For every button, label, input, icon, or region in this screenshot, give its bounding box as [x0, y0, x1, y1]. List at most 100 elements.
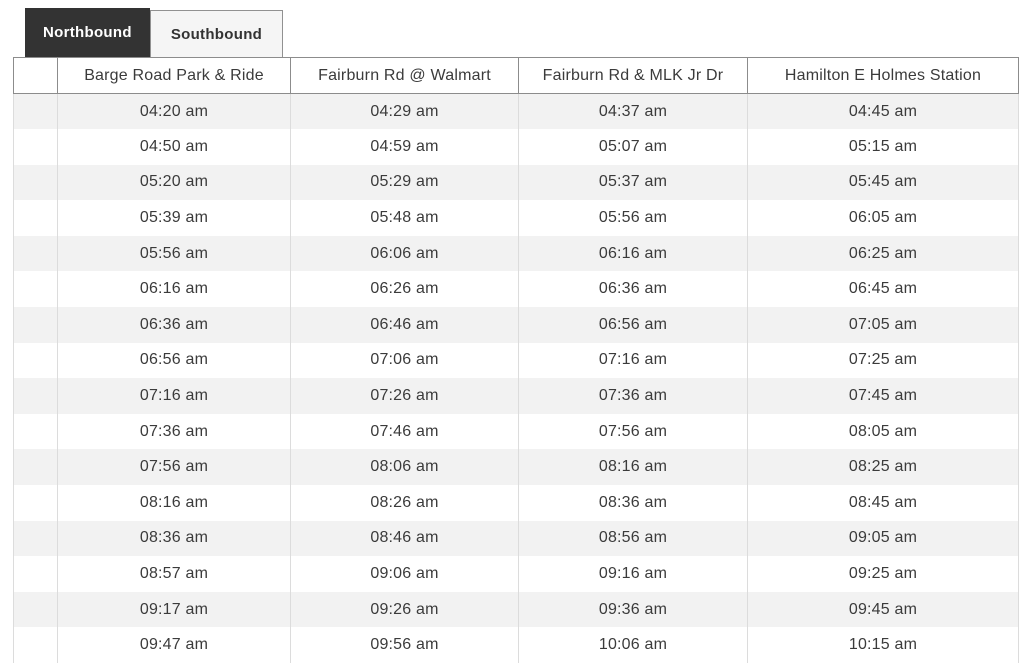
column-header-fairburn-rd-mlk-jr-dr: Fairburn Rd & MLK Jr Dr	[518, 57, 748, 94]
table-row: 08:36 am 08:46 am 08:56 am 09:05 am	[13, 520, 1019, 557]
time-cell: 08:26 am	[290, 485, 519, 521]
row-leader-cell	[13, 520, 58, 557]
time-cell: 10:06 am	[518, 627, 748, 663]
table-row: 09:47 am 09:56 am 10:06 am 10:15 am	[13, 627, 1019, 663]
time-cell: 07:36 am	[518, 378, 748, 414]
time-cell: 08:56 am	[518, 520, 748, 557]
time-cell: 04:45 am	[747, 93, 1019, 130]
time-cell: 08:36 am	[57, 520, 291, 557]
time-cell: 09:36 am	[518, 591, 748, 628]
time-cell: 05:39 am	[57, 200, 291, 236]
time-cell: 05:15 am	[747, 129, 1019, 165]
time-cell: 05:07 am	[518, 129, 748, 165]
time-cell: 05:56 am	[57, 235, 291, 272]
table-row: 06:56 am 07:06 am 07:16 am 07:25 am	[13, 342, 1019, 379]
time-cell: 06:46 am	[290, 307, 519, 343]
tab-southbound[interactable]: Southbound	[149, 10, 284, 57]
time-cell: 09:47 am	[57, 627, 291, 663]
row-leader-cell	[13, 164, 58, 201]
tab-northbound[interactable]: Northbound	[25, 8, 150, 57]
time-cell: 09:45 am	[747, 591, 1019, 628]
time-cell: 07:56 am	[518, 413, 748, 450]
table-row: 05:56 am 06:06 am 06:16 am 06:25 am	[13, 235, 1019, 272]
time-cell: 08:16 am	[57, 485, 291, 521]
time-cell: 09:56 am	[290, 627, 519, 663]
time-cell: 06:36 am	[518, 271, 748, 308]
row-leader-cell	[13, 271, 58, 308]
time-cell: 08:05 am	[747, 413, 1019, 450]
time-cell: 09:06 am	[290, 556, 519, 592]
time-cell: 05:37 am	[518, 164, 748, 201]
time-cell: 09:26 am	[290, 591, 519, 628]
time-cell: 08:57 am	[57, 556, 291, 592]
time-cell: 06:05 am	[747, 200, 1019, 236]
row-leader-cell	[13, 378, 58, 414]
time-cell: 04:50 am	[57, 129, 291, 165]
table-row: 05:39 am 05:48 am 05:56 am 06:05 am	[13, 200, 1019, 236]
time-cell: 09:05 am	[747, 520, 1019, 557]
row-leader-cell	[13, 235, 58, 272]
time-cell: 07:05 am	[747, 307, 1019, 343]
row-leader-cell	[13, 93, 58, 130]
time-cell: 07:16 am	[57, 378, 291, 414]
time-cell: 06:36 am	[57, 307, 291, 343]
time-cell: 07:36 am	[57, 413, 291, 450]
schedule-table: Barge Road Park & Ride Fairburn Rd @ Wal…	[13, 57, 1019, 663]
time-cell: 08:36 am	[518, 485, 748, 521]
time-cell: 04:59 am	[290, 129, 519, 165]
time-cell: 04:37 am	[518, 93, 748, 130]
time-cell: 06:26 am	[290, 271, 519, 308]
column-header-fairburn-rd-walmart: Fairburn Rd @ Walmart	[290, 57, 519, 94]
time-cell: 06:56 am	[57, 342, 291, 379]
time-cell: 07:06 am	[290, 342, 519, 379]
time-cell: 08:45 am	[747, 485, 1019, 521]
time-cell: 06:16 am	[518, 235, 748, 272]
corner-cell	[13, 57, 58, 94]
time-cell: 05:56 am	[518, 200, 748, 236]
time-cell: 06:25 am	[747, 235, 1019, 272]
table-row: 05:20 am 05:29 am 05:37 am 05:45 am	[13, 164, 1019, 201]
row-leader-cell	[13, 200, 58, 236]
time-cell: 10:15 am	[747, 627, 1019, 663]
time-cell: 05:20 am	[57, 164, 291, 201]
row-leader-cell	[13, 485, 58, 521]
column-header-hamilton-e-holmes-station: Hamilton E Holmes Station	[747, 57, 1019, 94]
row-leader-cell	[13, 129, 58, 165]
table-row: 04:20 am 04:29 am 04:37 am 04:45 am	[13, 93, 1019, 130]
time-cell: 06:06 am	[290, 235, 519, 272]
table-row: 07:56 am 08:06 am 08:16 am 08:25 am	[13, 449, 1019, 486]
time-cell: 05:29 am	[290, 164, 519, 201]
time-cell: 04:29 am	[290, 93, 519, 130]
time-cell: 06:56 am	[518, 307, 748, 343]
time-cell: 09:16 am	[518, 556, 748, 592]
time-cell: 06:16 am	[57, 271, 291, 308]
time-cell: 08:16 am	[518, 449, 748, 486]
time-cell: 05:48 am	[290, 200, 519, 236]
time-cell: 06:45 am	[747, 271, 1019, 308]
table-row: 07:16 am 07:26 am 07:36 am 07:45 am	[13, 378, 1019, 414]
time-cell: 05:45 am	[747, 164, 1019, 201]
time-cell: 07:26 am	[290, 378, 519, 414]
time-cell: 07:25 am	[747, 342, 1019, 379]
time-cell: 09:25 am	[747, 556, 1019, 592]
table-row: 07:36 am 07:46 am 07:56 am 08:05 am	[13, 413, 1019, 450]
time-cell: 08:06 am	[290, 449, 519, 486]
time-cell: 08:25 am	[747, 449, 1019, 486]
column-header-barge-road-park-and-ride: Barge Road Park & Ride	[57, 57, 291, 94]
time-cell: 07:46 am	[290, 413, 519, 450]
row-leader-cell	[13, 413, 58, 450]
row-leader-cell	[13, 556, 58, 592]
row-leader-cell	[13, 449, 58, 486]
row-leader-cell	[13, 307, 58, 343]
table-row: 06:16 am 06:26 am 06:36 am 06:45 am	[13, 271, 1019, 308]
table-row: 08:57 am 09:06 am 09:16 am 09:25 am	[13, 556, 1019, 592]
row-leader-cell	[13, 627, 58, 663]
time-cell: 08:46 am	[290, 520, 519, 557]
table-row: 04:50 am 04:59 am 05:07 am 05:15 am	[13, 129, 1019, 165]
row-leader-cell	[13, 342, 58, 379]
table-row: 06:36 am 06:46 am 06:56 am 07:05 am	[13, 307, 1019, 343]
time-cell: 07:16 am	[518, 342, 748, 379]
row-leader-cell	[13, 591, 58, 628]
table-row: 09:17 am 09:26 am 09:36 am 09:45 am	[13, 591, 1019, 628]
header-row: Barge Road Park & Ride Fairburn Rd @ Wal…	[13, 57, 1019, 94]
